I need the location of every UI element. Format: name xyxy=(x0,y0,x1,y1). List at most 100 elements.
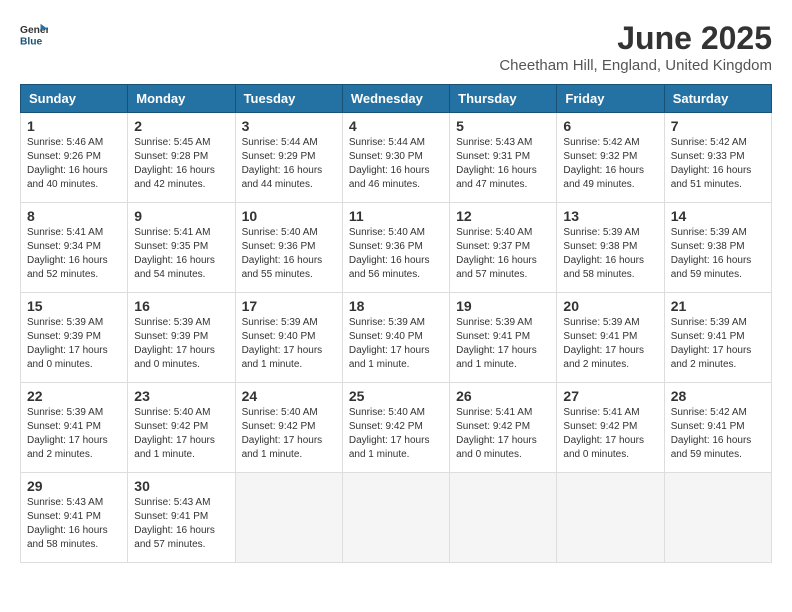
day-number: 18 xyxy=(349,298,443,314)
day-number: 17 xyxy=(242,298,336,314)
table-row xyxy=(342,473,449,563)
header-saturday: Saturday xyxy=(664,85,771,113)
day-number: 7 xyxy=(671,118,765,134)
table-row: 19 Sunrise: 5:39 AMSunset: 9:41 PMDaylig… xyxy=(450,293,557,383)
weekday-header-row: Sunday Monday Tuesday Wednesday Thursday… xyxy=(21,85,772,113)
calendar-row: 1 Sunrise: 5:46 AMSunset: 9:26 PMDayligh… xyxy=(21,113,772,203)
calendar-row: 8 Sunrise: 5:41 AMSunset: 9:34 PMDayligh… xyxy=(21,203,772,293)
svg-text:Blue: Blue xyxy=(20,36,43,47)
day-number: 30 xyxy=(134,478,228,494)
table-row: 18 Sunrise: 5:39 AMSunset: 9:40 PMDaylig… xyxy=(342,293,449,383)
day-number: 5 xyxy=(456,118,550,134)
logo: General Blue xyxy=(20,20,48,48)
day-number: 16 xyxy=(134,298,228,314)
calendar-row: 29 Sunrise: 5:43 AMSunset: 9:41 PMDaylig… xyxy=(21,473,772,563)
day-info: Sunrise: 5:39 AMSunset: 9:38 PMDaylight:… xyxy=(671,227,752,280)
table-row: 8 Sunrise: 5:41 AMSunset: 9:34 PMDayligh… xyxy=(21,203,128,293)
day-number: 29 xyxy=(27,478,121,494)
table-row: 17 Sunrise: 5:39 AMSunset: 9:40 PMDaylig… xyxy=(235,293,342,383)
table-row: 29 Sunrise: 5:43 AMSunset: 9:41 PMDaylig… xyxy=(21,473,128,563)
logo-icon: General Blue xyxy=(20,20,48,48)
day-number: 23 xyxy=(134,388,228,404)
day-info: Sunrise: 5:40 AMSunset: 9:42 PMDaylight:… xyxy=(242,407,323,460)
header: General Blue June 2025 Cheetham Hill, En… xyxy=(20,20,772,74)
table-row xyxy=(557,473,664,563)
day-info: Sunrise: 5:42 AMSunset: 9:33 PMDaylight:… xyxy=(671,137,752,190)
day-info: Sunrise: 5:39 AMSunset: 9:41 PMDaylight:… xyxy=(27,407,108,460)
day-number: 19 xyxy=(456,298,550,314)
day-number: 1 xyxy=(27,118,121,134)
day-info: Sunrise: 5:40 AMSunset: 9:42 PMDaylight:… xyxy=(349,407,430,460)
day-info: Sunrise: 5:43 AMSunset: 9:41 PMDaylight:… xyxy=(27,497,108,550)
day-number: 11 xyxy=(349,208,443,224)
table-row: 14 Sunrise: 5:39 AMSunset: 9:38 PMDaylig… xyxy=(664,203,771,293)
day-number: 10 xyxy=(242,208,336,224)
table-row: 3 Sunrise: 5:44 AMSunset: 9:29 PMDayligh… xyxy=(235,113,342,203)
calendar: Sunday Monday Tuesday Wednesday Thursday… xyxy=(20,84,772,563)
day-info: Sunrise: 5:40 AMSunset: 9:37 PMDaylight:… xyxy=(456,227,537,280)
table-row: 26 Sunrise: 5:41 AMSunset: 9:42 PMDaylig… xyxy=(450,383,557,473)
day-info: Sunrise: 5:42 AMSunset: 9:41 PMDaylight:… xyxy=(671,407,752,460)
title-area: June 2025 Cheetham Hill, England, United… xyxy=(499,20,772,74)
day-number: 4 xyxy=(349,118,443,134)
table-row: 13 Sunrise: 5:39 AMSunset: 9:38 PMDaylig… xyxy=(557,203,664,293)
day-info: Sunrise: 5:39 AMSunset: 9:39 PMDaylight:… xyxy=(27,317,108,370)
day-info: Sunrise: 5:40 AMSunset: 9:36 PMDaylight:… xyxy=(349,227,430,280)
table-row: 23 Sunrise: 5:40 AMSunset: 9:42 PMDaylig… xyxy=(128,383,235,473)
table-row: 2 Sunrise: 5:45 AMSunset: 9:28 PMDayligh… xyxy=(128,113,235,203)
day-number: 6 xyxy=(563,118,657,134)
day-number: 27 xyxy=(563,388,657,404)
day-info: Sunrise: 5:44 AMSunset: 9:30 PMDaylight:… xyxy=(349,137,430,190)
table-row: 30 Sunrise: 5:43 AMSunset: 9:41 PMDaylig… xyxy=(128,473,235,563)
table-row: 6 Sunrise: 5:42 AMSunset: 9:32 PMDayligh… xyxy=(557,113,664,203)
table-row: 10 Sunrise: 5:40 AMSunset: 9:36 PMDaylig… xyxy=(235,203,342,293)
header-thursday: Thursday xyxy=(450,85,557,113)
day-info: Sunrise: 5:41 AMSunset: 9:42 PMDaylight:… xyxy=(563,407,644,460)
day-info: Sunrise: 5:45 AMSunset: 9:28 PMDaylight:… xyxy=(134,137,215,190)
day-number: 12 xyxy=(456,208,550,224)
table-row: 9 Sunrise: 5:41 AMSunset: 9:35 PMDayligh… xyxy=(128,203,235,293)
table-row: 7 Sunrise: 5:42 AMSunset: 9:33 PMDayligh… xyxy=(664,113,771,203)
table-row xyxy=(450,473,557,563)
day-info: Sunrise: 5:40 AMSunset: 9:42 PMDaylight:… xyxy=(134,407,215,460)
day-info: Sunrise: 5:39 AMSunset: 9:39 PMDaylight:… xyxy=(134,317,215,370)
header-friday: Friday xyxy=(557,85,664,113)
table-row: 16 Sunrise: 5:39 AMSunset: 9:39 PMDaylig… xyxy=(128,293,235,383)
day-number: 9 xyxy=(134,208,228,224)
day-number: 22 xyxy=(27,388,121,404)
day-info: Sunrise: 5:41 AMSunset: 9:42 PMDaylight:… xyxy=(456,407,537,460)
day-info: Sunrise: 5:39 AMSunset: 9:40 PMDaylight:… xyxy=(242,317,323,370)
day-number: 24 xyxy=(242,388,336,404)
day-number: 14 xyxy=(671,208,765,224)
table-row: 11 Sunrise: 5:40 AMSunset: 9:36 PMDaylig… xyxy=(342,203,449,293)
day-info: Sunrise: 5:43 AMSunset: 9:31 PMDaylight:… xyxy=(456,137,537,190)
day-number: 13 xyxy=(563,208,657,224)
header-wednesday: Wednesday xyxy=(342,85,449,113)
day-number: 2 xyxy=(134,118,228,134)
calendar-row: 15 Sunrise: 5:39 AMSunset: 9:39 PMDaylig… xyxy=(21,293,772,383)
day-number: 28 xyxy=(671,388,765,404)
table-row: 21 Sunrise: 5:39 AMSunset: 9:41 PMDaylig… xyxy=(664,293,771,383)
calendar-row: 22 Sunrise: 5:39 AMSunset: 9:41 PMDaylig… xyxy=(21,383,772,473)
location-title: Cheetham Hill, England, United Kingdom xyxy=(499,57,772,74)
table-row xyxy=(235,473,342,563)
day-info: Sunrise: 5:39 AMSunset: 9:41 PMDaylight:… xyxy=(456,317,537,370)
table-row: 1 Sunrise: 5:46 AMSunset: 9:26 PMDayligh… xyxy=(21,113,128,203)
header-tuesday: Tuesday xyxy=(235,85,342,113)
day-info: Sunrise: 5:43 AMSunset: 9:41 PMDaylight:… xyxy=(134,497,215,550)
table-row: 20 Sunrise: 5:39 AMSunset: 9:41 PMDaylig… xyxy=(557,293,664,383)
table-row: 28 Sunrise: 5:42 AMSunset: 9:41 PMDaylig… xyxy=(664,383,771,473)
table-row: 4 Sunrise: 5:44 AMSunset: 9:30 PMDayligh… xyxy=(342,113,449,203)
month-title: June 2025 xyxy=(499,20,772,57)
table-row: 15 Sunrise: 5:39 AMSunset: 9:39 PMDaylig… xyxy=(21,293,128,383)
day-info: Sunrise: 5:41 AMSunset: 9:34 PMDaylight:… xyxy=(27,227,108,280)
table-row: 22 Sunrise: 5:39 AMSunset: 9:41 PMDaylig… xyxy=(21,383,128,473)
table-row: 5 Sunrise: 5:43 AMSunset: 9:31 PMDayligh… xyxy=(450,113,557,203)
header-monday: Monday xyxy=(128,85,235,113)
day-number: 20 xyxy=(563,298,657,314)
day-number: 26 xyxy=(456,388,550,404)
day-info: Sunrise: 5:46 AMSunset: 9:26 PMDaylight:… xyxy=(27,137,108,190)
day-number: 8 xyxy=(27,208,121,224)
day-info: Sunrise: 5:39 AMSunset: 9:38 PMDaylight:… xyxy=(563,227,644,280)
day-number: 25 xyxy=(349,388,443,404)
